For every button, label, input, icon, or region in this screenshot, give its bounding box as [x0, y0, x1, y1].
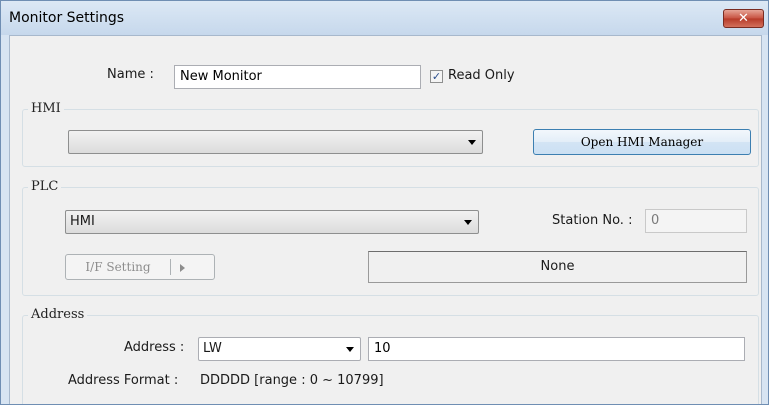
- open-hmi-manager-button[interactable]: Open HMI Manager: [533, 129, 751, 155]
- dialog-body: Name : New Monitor ✓ Read Only HMI Open …: [9, 35, 762, 404]
- chevron-down-icon: [464, 220, 472, 225]
- title-bar[interactable]: Monitor Settings ✕: [1, 1, 768, 35]
- address-format-label: Address Format :: [68, 373, 179, 388]
- interface-display: None: [368, 251, 747, 283]
- hmi-group: HMI Open HMI Manager: [22, 101, 759, 167]
- name-input[interactable]: New Monitor: [174, 65, 421, 89]
- chevron-down-icon: [346, 347, 354, 352]
- close-icon: ✕: [738, 11, 749, 26]
- checkmark-icon: ✓: [431, 70, 442, 83]
- address-format-value: DDDDD [range : 0 ~ 10799]: [200, 373, 384, 388]
- hmi-group-title: HMI: [28, 101, 64, 116]
- plc-select-value: HMI: [70, 214, 95, 229]
- plc-group-title: PLC: [28, 179, 62, 194]
- address-group: Address Address : LW 10 Address Format :…: [22, 307, 759, 404]
- device-type-select[interactable]: LW: [198, 337, 361, 361]
- read-only-checkbox[interactable]: ✓: [430, 70, 443, 83]
- address-input[interactable]: 10: [368, 337, 745, 361]
- address-label: Address :: [124, 340, 185, 355]
- address-group-title: Address: [28, 307, 88, 322]
- split-separator: [170, 259, 171, 275]
- chevron-down-icon: [468, 140, 476, 145]
- monitor-settings-dialog: Monitor Settings ✕ Name : New Monitor ✓ …: [0, 0, 769, 405]
- read-only-label: Read Only: [448, 68, 515, 83]
- if-setting-label: I/F Setting: [85, 260, 151, 274]
- plc-group: PLC HMI Station No. : 0 I/F Setting None: [22, 179, 759, 296]
- plc-select[interactable]: HMI: [65, 210, 479, 234]
- close-button[interactable]: ✕: [723, 9, 764, 28]
- if-setting-button[interactable]: I/F Setting: [65, 254, 215, 280]
- station-no-label: Station No. :: [552, 213, 633, 228]
- station-no-input[interactable]: 0: [645, 209, 747, 233]
- chevron-right-icon: [180, 264, 185, 272]
- device-type-value: LW: [203, 341, 222, 356]
- hmi-select[interactable]: [68, 130, 483, 154]
- name-label: Name :: [107, 67, 154, 82]
- dialog-title: Monitor Settings: [9, 10, 125, 26]
